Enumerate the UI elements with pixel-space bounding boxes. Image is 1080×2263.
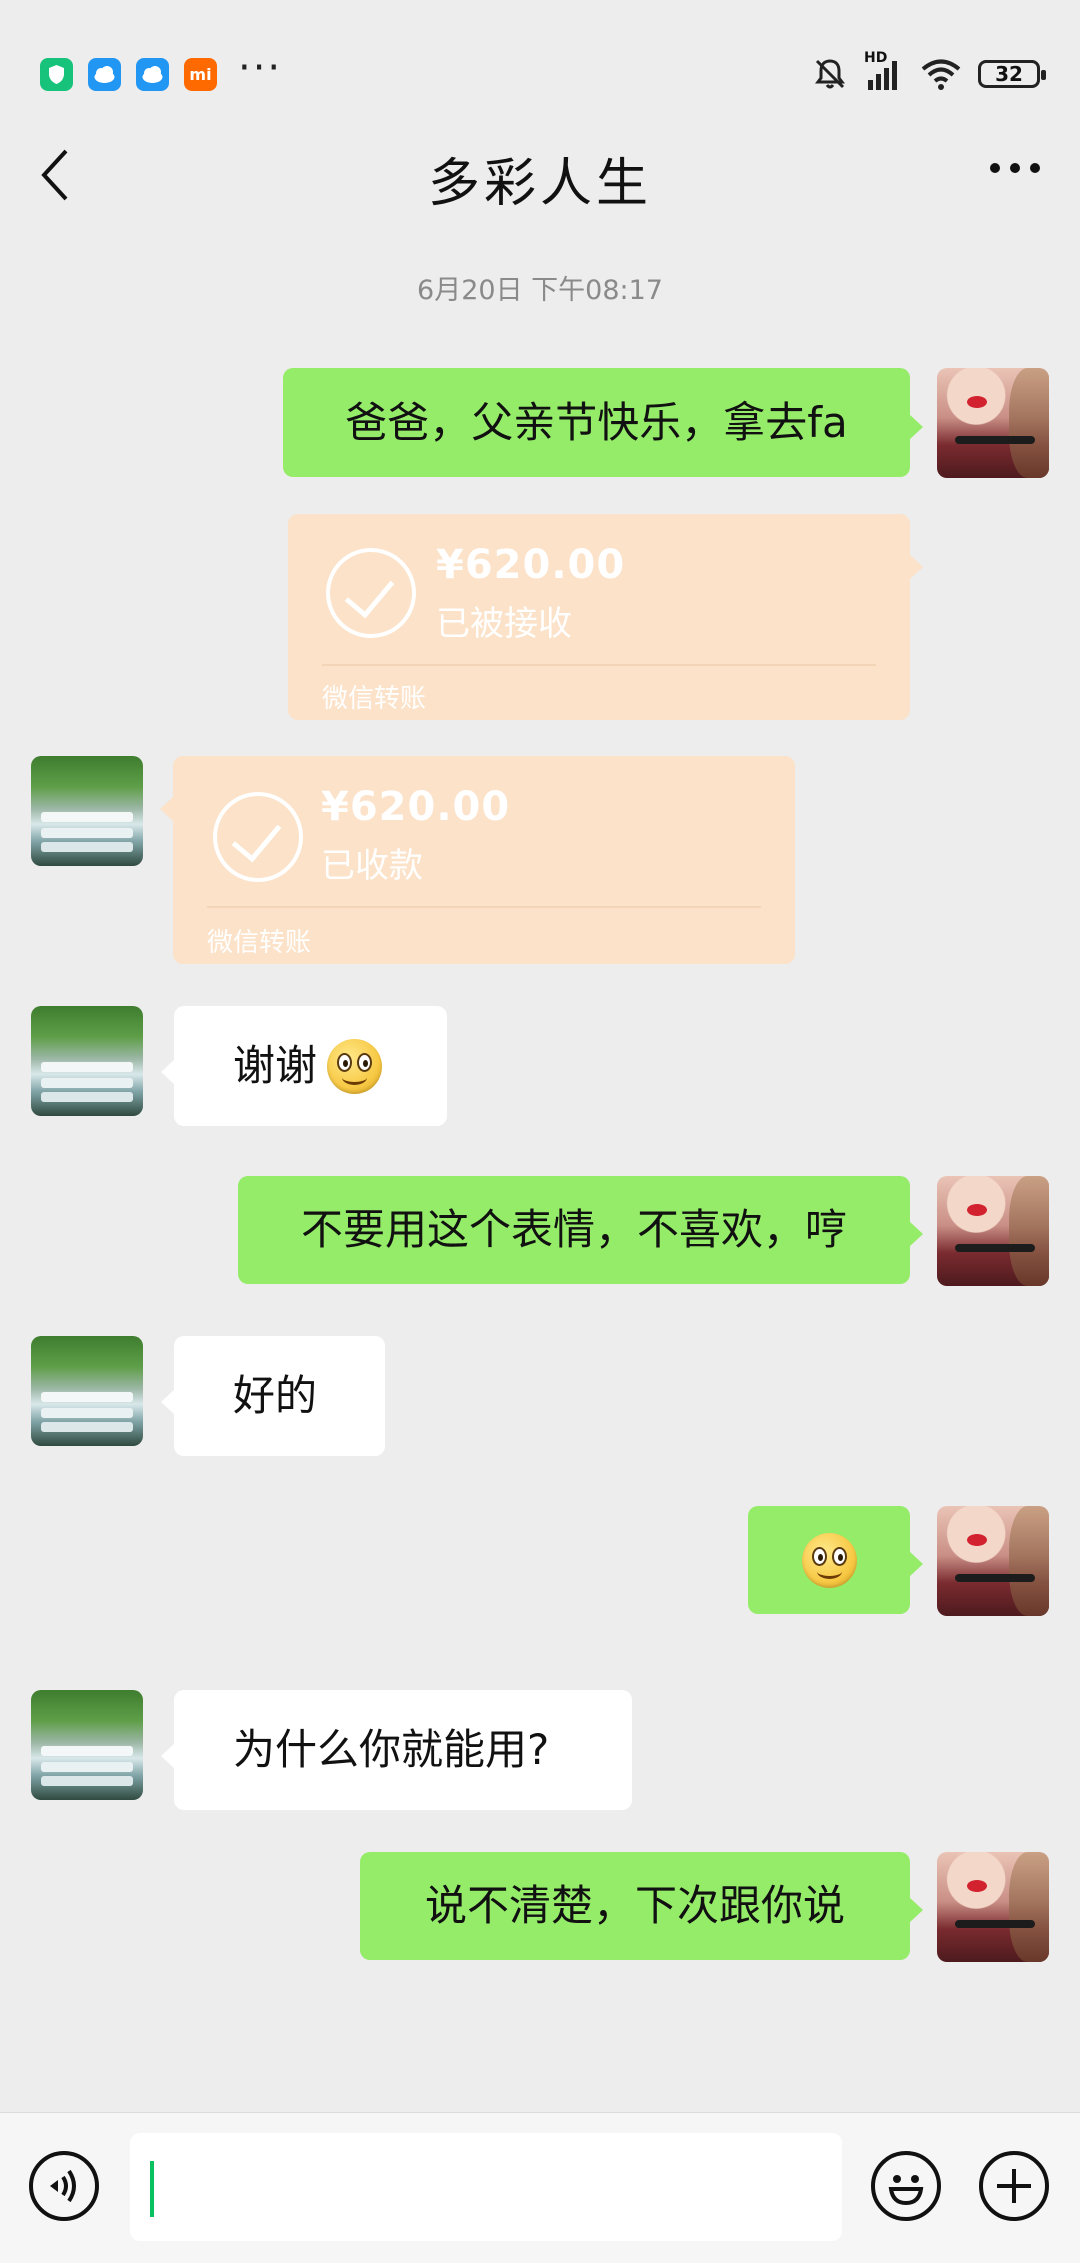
mi-app-icon: mi: [184, 58, 217, 91]
message-text: 为什么你就能用?: [233, 1725, 550, 1774]
cloud-app-icon: [136, 58, 169, 91]
message-text: 好的: [233, 1371, 318, 1420]
message-bubble-received[interactable]: 好的: [161, 1336, 385, 1456]
emoji-face-icon: [888, 2175, 924, 2206]
text-caret: [150, 2161, 154, 2217]
contact-avatar[interactable]: [31, 1006, 143, 1116]
cloud-app-icon: [88, 58, 121, 91]
check-circle-icon: [213, 792, 303, 882]
status-right: HD 32: [812, 50, 1046, 94]
transfer-label: 微信转账: [207, 928, 312, 958]
plus-icon: [997, 2169, 1031, 2203]
message-text: 爸爸，父亲节快乐，拿去fa: [345, 397, 848, 447]
battery-icon: 32: [978, 60, 1046, 88]
message-text: 说不清楚，下次跟你说: [424, 1881, 845, 1930]
chat-header: 多彩人生: [0, 125, 1080, 225]
message-timestamp: 6月20日 下午08:17: [417, 275, 663, 306]
plus-button[interactable]: [979, 2151, 1049, 2221]
message-bubble-received[interactable]: 为什么你就能用?: [161, 1690, 632, 1810]
smile-emoji-icon: [801, 1532, 857, 1588]
contact-avatar[interactable]: [31, 1336, 143, 1446]
contact-avatar[interactable]: [31, 1690, 143, 1800]
mi-app-label: mi: [189, 65, 212, 84]
chat-title: 多彩人生: [427, 154, 652, 214]
message-text: 不要用这个表情，不喜欢，哼: [300, 1205, 847, 1254]
check-circle-icon: [326, 548, 416, 638]
voice-button[interactable]: [29, 2151, 99, 2221]
my-avatar[interactable]: [937, 1176, 1049, 1286]
battery-level: 32: [995, 62, 1023, 86]
transfer-status: 已收款: [321, 846, 423, 886]
divider: [322, 664, 876, 666]
wifi-icon: [921, 59, 961, 90]
transfer-amount: ¥620.00: [436, 542, 626, 588]
transfer-card-received[interactable]: ¥620.00 已收款 微信转账: [160, 756, 795, 964]
transfer-status: 已被接收: [436, 604, 572, 644]
transfer-card-sent[interactable]: ¥620.00 已被接收 微信转账: [288, 514, 923, 720]
smile-emoji-icon: [327, 1038, 383, 1094]
signal-icon: HD: [864, 50, 904, 92]
shield-app-icon: [40, 58, 73, 91]
message-bubble-sent[interactable]: 爸爸，父亲节快乐，拿去fa: [283, 368, 923, 477]
message-bubble-received[interactable]: 谢谢: [161, 1006, 447, 1126]
more-notifications-icon: ···: [238, 45, 283, 91]
message-bubble-sent[interactable]: [748, 1506, 923, 1614]
mute-bell-icon: [815, 59, 845, 89]
contact-avatar[interactable]: [31, 756, 143, 866]
emoji-button[interactable]: [871, 2151, 941, 2221]
transfer-amount: ¥620.00: [321, 784, 511, 830]
voice-icon: [50, 2169, 76, 2203]
message-bubble-sent[interactable]: 不要用这个表情，不喜欢，哼: [238, 1176, 923, 1284]
message-text: 谢谢: [233, 1041, 318, 1090]
transfer-label: 微信转账: [322, 684, 427, 714]
more-button[interactable]: [988, 153, 1042, 183]
input-bar: [0, 2112, 1080, 2263]
message-input[interactable]: [130, 2133, 842, 2241]
my-avatar[interactable]: [937, 368, 1049, 478]
divider: [207, 906, 761, 908]
message-bubble-sent[interactable]: 说不清楚，下次跟你说: [360, 1852, 923, 1960]
more-dots-icon: [990, 163, 1040, 173]
my-avatar[interactable]: [937, 1852, 1049, 1962]
my-avatar[interactable]: [937, 1506, 1049, 1616]
